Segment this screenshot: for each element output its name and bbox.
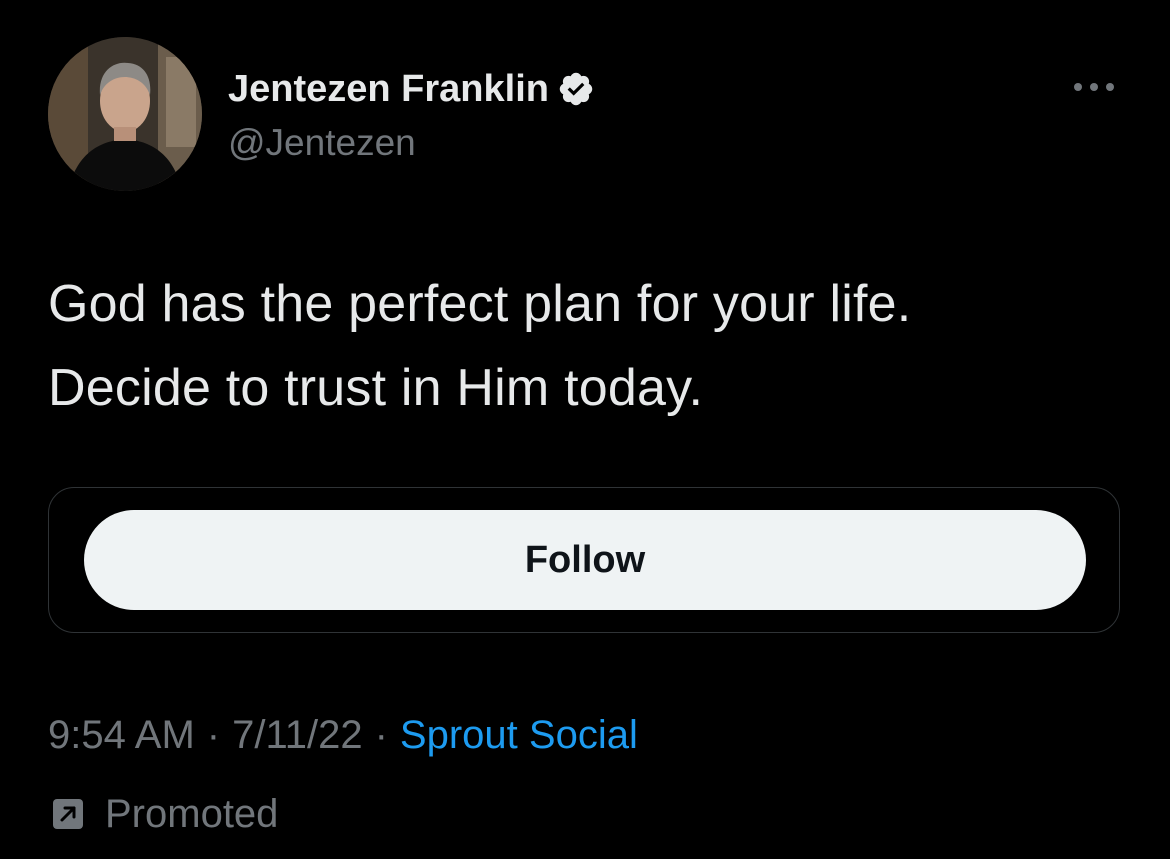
tweet-line: God has the perfect plan for your life. <box>48 275 912 333</box>
source-link[interactable]: Sprout Social <box>400 713 638 757</box>
author-handle[interactable]: @Jentezen <box>228 120 416 166</box>
more-options-icon[interactable] <box>1068 72 1120 102</box>
profile-photo <box>48 37 202 191</box>
promoted-arrow-icon <box>51 797 85 831</box>
promoted-label: Promoted <box>105 791 279 836</box>
tweet-meta: 9:54 AM · 7/11/22 · Sprout Social <box>48 710 638 760</box>
author-name-row[interactable]: Jentezen Franklin <box>228 66 595 112</box>
meta-separator: · <box>206 713 221 757</box>
avatar[interactable] <box>48 37 202 191</box>
tweet-time[interactable]: 9:54 AM <box>48 713 195 757</box>
promoted-label-row: Promoted <box>48 790 278 838</box>
meta-separator: · <box>374 713 388 757</box>
follow-button[interactable]: Follow <box>84 510 1086 610</box>
display-name[interactable]: Jentezen Franklin <box>228 66 549 112</box>
tweet-text: God has the perfect plan for your life. … <box>48 262 1128 430</box>
tweet-line: Decide to trust in Him today. <box>48 359 704 417</box>
verified-badge-icon <box>557 70 595 108</box>
tweet-date[interactable]: 7/11/22 <box>232 713 363 757</box>
